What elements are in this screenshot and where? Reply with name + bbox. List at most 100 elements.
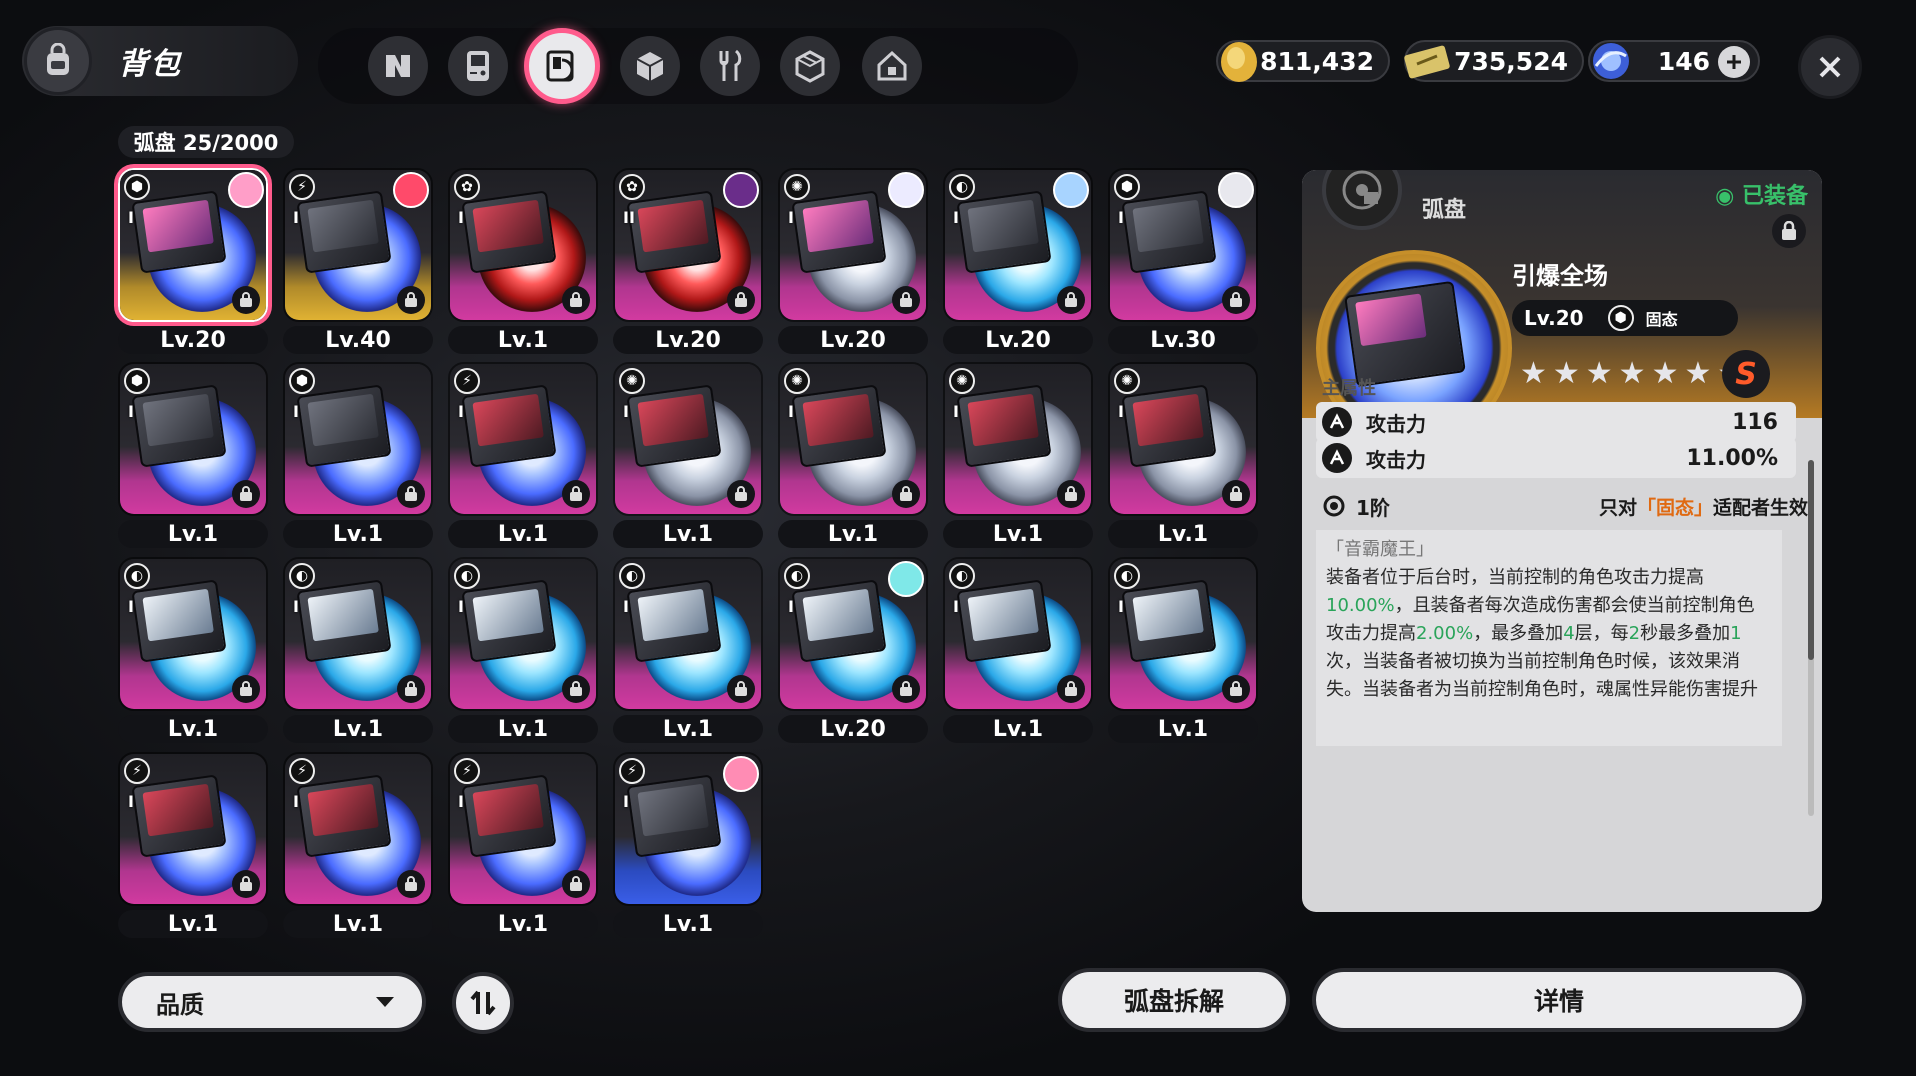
disc-level-label: Lv.1 xyxy=(613,910,763,938)
gold-currency: 811,432 xyxy=(1216,40,1390,82)
lock-icon xyxy=(562,286,590,314)
crystal-amount: 146 xyxy=(1657,46,1710,76)
disc-slot[interactable]: ⚡ I xyxy=(448,752,598,906)
disc-level-label: Lv.1 xyxy=(943,715,1093,743)
attribute-icon: ⬢ xyxy=(124,368,150,394)
disc-detail-panel: 弧盘 ◉ 已装备 引爆全场 Lv.20 ⬢ 固态 ★★★★★★★ S 主属性 攻… xyxy=(1302,170,1822,912)
desc-text: 层，每 xyxy=(1574,623,1629,644)
disc-level-label: Lv.1 xyxy=(1108,520,1258,548)
crystal-icon xyxy=(1593,43,1629,79)
desc-text: 装备者位于后台时，当前控制的角色攻击力提高 xyxy=(1326,567,1704,588)
disc-slot[interactable]: ✺ I xyxy=(613,362,763,516)
ticket-icon xyxy=(1404,45,1450,79)
disc-case-art xyxy=(1121,384,1217,468)
disc-rank: I xyxy=(293,597,299,616)
disc-slot[interactable]: ⬢ I xyxy=(118,362,268,516)
disc-level-bar: Lv.20 ⬢ 固态 xyxy=(1512,300,1738,336)
disc-rank: I xyxy=(953,597,959,616)
disc-slot[interactable]: ⚡ I xyxy=(613,752,763,906)
details-button[interactable]: 详情 xyxy=(1312,968,1806,1032)
disc-name: 引爆全场 xyxy=(1512,262,1608,290)
effect-attribute: 「固态」 xyxy=(1636,496,1713,519)
lock-icon xyxy=(232,675,260,703)
disc-rank: I xyxy=(1118,402,1124,421)
disc-case-art xyxy=(461,774,557,858)
disc-slot[interactable]: ✺ I xyxy=(778,168,928,322)
disc-level-label: Lv.20 xyxy=(778,715,928,743)
disc-rank: I xyxy=(293,402,299,421)
disc-slot[interactable]: ◐ I xyxy=(283,557,433,711)
disc-slot[interactable]: ◐ I xyxy=(613,557,763,711)
disc-case-art xyxy=(296,190,392,274)
tab-package-icon[interactable] xyxy=(780,36,840,96)
disc-level-label: Lv.1 xyxy=(448,520,598,548)
sort-icon xyxy=(470,990,496,1016)
desc-text: ，最多叠加 xyxy=(1473,623,1564,644)
disc-category-icon xyxy=(1322,170,1402,230)
description-scrollbar[interactable] xyxy=(1808,460,1814,816)
disc-slot[interactable]: ⬢ I xyxy=(283,362,433,516)
equipped-agent-avatar xyxy=(888,172,924,208)
desc-text: 秒最多叠加 xyxy=(1640,623,1731,644)
disc-slot[interactable]: ◐ I xyxy=(943,557,1093,711)
lock-toggle[interactable] xyxy=(1772,214,1806,248)
disc-level-label: Lv.1 xyxy=(448,910,598,938)
detail-category: 弧盘 xyxy=(1422,198,1467,223)
effect-condition: 只对「固态」适配者生效 xyxy=(1599,493,1808,520)
disc-slot[interactable]: ◐ I xyxy=(778,557,928,711)
disc-slot[interactable]: ⚡ I xyxy=(118,752,268,906)
ticket-currency: 735,524 xyxy=(1404,40,1584,82)
disc-rank: I xyxy=(623,402,629,421)
disc-slot[interactable]: ⚡ I xyxy=(448,362,598,516)
disc-rank: I xyxy=(458,597,464,616)
equipped-agent-avatar xyxy=(393,172,429,208)
gold-coin-icon xyxy=(1221,42,1257,82)
disc-rank: I xyxy=(458,792,464,811)
tab-disc-icon[interactable] xyxy=(524,28,600,104)
attribute-icon: ⚡ xyxy=(289,174,315,200)
disc-level-label: Lv.20 xyxy=(613,326,763,354)
disc-case-art xyxy=(296,579,392,663)
disc-slot[interactable]: ⬢ I xyxy=(1108,168,1258,322)
dismantle-button[interactable]: 弧盘拆解 xyxy=(1058,968,1290,1032)
disc-slot[interactable]: ✿ I xyxy=(448,168,598,322)
disc-slot[interactable]: ✺ I xyxy=(1108,362,1258,516)
disc-slot[interactable]: ◐ I xyxy=(1108,557,1258,711)
tab-n-logo-icon[interactable] xyxy=(368,36,428,96)
disc-slot[interactable]: ✺ I xyxy=(943,362,1093,516)
bag-header: 背包 xyxy=(22,26,298,96)
disc-slot[interactable]: ⚡ I xyxy=(283,752,433,906)
attribute-icon: ⬢ xyxy=(289,368,315,394)
tab-fork-knife-icon[interactable] xyxy=(700,36,760,96)
solid-attribute-icon: ⬢ xyxy=(1607,305,1634,331)
disc-slot[interactable]: ◐ I xyxy=(448,557,598,711)
close-button[interactable] xyxy=(1798,35,1862,99)
attribute-icon: ◐ xyxy=(949,563,975,589)
page-title: 背包 xyxy=(118,47,182,82)
tab-gameboy-icon[interactable] xyxy=(448,36,508,96)
disc-slot[interactable]: ⬢ I xyxy=(118,168,268,322)
sort-order-button[interactable] xyxy=(452,972,514,1034)
add-crystal-button[interactable] xyxy=(1718,46,1750,78)
disc-rank: I xyxy=(128,792,134,811)
disc-case-art xyxy=(956,190,1052,274)
gold-amount: 811,432 xyxy=(1260,46,1374,76)
tab-cube-icon[interactable] xyxy=(620,36,680,96)
desc-value: 4 xyxy=(1563,623,1575,644)
effect-title: 「音霸魔王」 xyxy=(1326,539,1434,560)
desc-value: 1 xyxy=(1730,623,1742,644)
disc-case-art xyxy=(1121,190,1217,274)
disc-slot[interactable]: ◐ I xyxy=(118,557,268,711)
disc-slot[interactable]: ◐ I xyxy=(943,168,1093,322)
tab-home-icon[interactable] xyxy=(862,36,922,96)
disc-rank: I xyxy=(788,402,794,421)
disc-rank: I xyxy=(293,792,299,811)
disc-slot[interactable]: ✺ I xyxy=(778,362,928,516)
disc-slot[interactable]: ✿ II xyxy=(613,168,763,322)
quality-filter-dropdown[interactable]: 品质 xyxy=(118,972,426,1032)
disc-rank: I xyxy=(1118,597,1124,616)
desc-value: 2.00% xyxy=(1416,623,1474,644)
disc-slot[interactable]: ⚡ I xyxy=(283,168,433,322)
attribute-icon: ◐ xyxy=(784,563,810,589)
attribute-icon: ⚡ xyxy=(454,368,480,394)
